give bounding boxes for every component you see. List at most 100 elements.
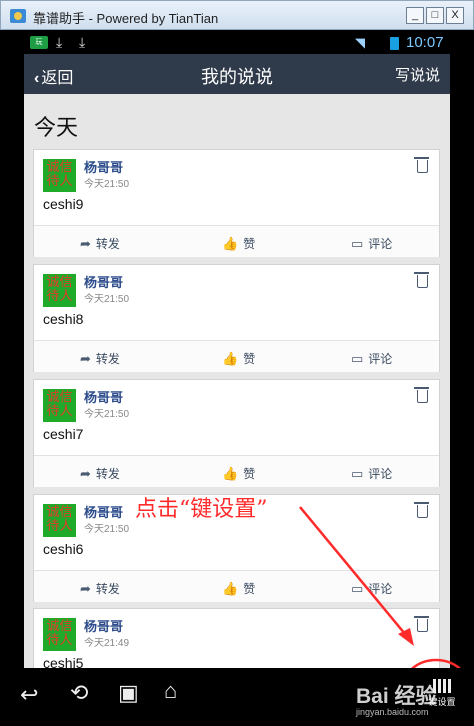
post-text: ceshi6: [43, 541, 84, 557]
back-label: 返回: [41, 70, 74, 87]
baidu-watermark: Bai 经验: [356, 685, 437, 708]
key-settings-button[interactable]: 键设置: [427, 679, 457, 713]
post-time: 今天21:50: [84, 524, 130, 535]
thumb-up-icon: 👍: [222, 351, 239, 366]
forward-button[interactable]: ➦ 转发: [80, 465, 120, 482]
share-icon: ➦: [80, 581, 91, 596]
feed-content[interactable]: 今天 诚信待人 杨哥哥 今天21:50 ceshi9 ➦ 转发 👍 赞 ▭ 评论 诚信…: [24, 94, 450, 668]
comment-button[interactable]: ▭ 评论: [351, 580, 392, 597]
wifi-icon: ◥: [355, 35, 365, 50]
delete-icon[interactable]: [414, 157, 429, 173]
thumb-up-icon: 👍: [222, 466, 239, 481]
post-author[interactable]: 杨哥哥: [84, 272, 123, 291]
post-actions: ➦ 转发 👍 赞 ▭ 评论: [34, 570, 439, 602]
write-post-button[interactable]: 写说说: [395, 64, 440, 85]
comment-icon: ▭: [351, 236, 364, 251]
thumb-up-icon: 👍: [222, 581, 239, 596]
clock: 10:07: [406, 34, 444, 51]
post-author[interactable]: 杨哥哥: [84, 616, 123, 635]
avatar[interactable]: 诚信待人: [43, 274, 76, 307]
status-bar: 玩 ⤓ ⤓ ◥ 10:07: [24, 32, 450, 54]
comment-button[interactable]: ▭ 评论: [351, 235, 392, 252]
like-button[interactable]: 👍 赞: [222, 465, 255, 482]
post-text: ceshi5: [43, 655, 84, 668]
screenshot-icon[interactable]: ▣: [118, 680, 139, 706]
notification-app-icon: 玩: [30, 36, 48, 49]
chevron-left-icon: ‹: [34, 70, 40, 87]
delete-icon[interactable]: [414, 272, 429, 288]
avatar[interactable]: 诚信待人: [43, 159, 76, 192]
like-button[interactable]: 👍 赞: [222, 235, 255, 252]
post-card: 诚信待人 杨哥哥 今天21:49 ceshi5: [33, 608, 440, 668]
post-text: ceshi8: [43, 311, 84, 327]
like-button[interactable]: 👍 赞: [222, 580, 255, 597]
keyboard-icon: [433, 679, 451, 693]
share-icon: ➦: [80, 466, 91, 481]
comment-button[interactable]: ▭ 评论: [351, 350, 392, 367]
like-label: 赞: [243, 582, 256, 596]
window-title-bar: 靠谱助手 - Powered by TianTian _ □ X: [0, 0, 474, 30]
minimize-button[interactable]: _: [406, 7, 424, 24]
app-logo-icon: [10, 9, 26, 23]
post-actions: ➦ 转发 👍 赞 ▭ 评论: [34, 225, 439, 257]
comment-icon: ▭: [351, 351, 364, 366]
page-title: 我的说说: [201, 67, 273, 87]
download-icon: ⤓: [79, 34, 86, 50]
rotate-icon[interactable]: ⟲: [70, 680, 88, 706]
post-card: 诚信待人 杨哥哥 今天21:50 ceshi7 ➦ 转发 👍 赞 ▭ 评论: [33, 379, 440, 487]
forward-button[interactable]: ➦ 转发: [80, 350, 120, 367]
delete-icon[interactable]: [414, 616, 429, 632]
like-label: 赞: [243, 237, 256, 251]
delete-icon[interactable]: [414, 502, 429, 518]
delete-icon[interactable]: [414, 387, 429, 403]
comment-icon: ▭: [351, 466, 364, 481]
comment-label: 评论: [368, 467, 393, 481]
window-title: 靠谱助手 - Powered by TianTian: [33, 11, 219, 26]
post-author[interactable]: 杨哥哥: [84, 502, 123, 521]
avatar[interactable]: 诚信待人: [43, 389, 76, 422]
maximize-button[interactable]: □: [426, 7, 444, 24]
post-actions: ➦ 转发 👍 赞 ▭ 评论: [34, 340, 439, 372]
post-actions: ➦ 转发 👍 赞 ▭ 评论: [34, 455, 439, 487]
comment-button[interactable]: ▭ 评论: [351, 465, 392, 482]
post-card: 诚信待人 杨哥哥 今天21:50 ceshi9 ➦ 转发 👍 赞 ▭ 评论: [33, 149, 440, 257]
post-time: 今天21:50: [84, 409, 130, 420]
like-label: 赞: [243, 467, 256, 481]
back-nav-icon[interactable]: ↩: [20, 682, 38, 708]
annotation-text: 点击“键设置”: [135, 497, 268, 522]
avatar[interactable]: 诚信待人: [43, 618, 76, 651]
close-button[interactable]: X: [446, 7, 464, 24]
share-icon: ➦: [80, 351, 91, 366]
comment-label: 评论: [368, 352, 393, 366]
comment-label: 评论: [368, 582, 393, 596]
battery-icon: [390, 37, 399, 50]
forward-button[interactable]: ➦ 转发: [80, 580, 120, 597]
post-time: 今天21:50: [84, 179, 130, 190]
forward-button[interactable]: ➦ 转发: [80, 235, 120, 252]
forward-label: 转发: [95, 467, 120, 481]
forward-label: 转发: [95, 582, 120, 596]
like-button[interactable]: 👍 赞: [222, 350, 255, 367]
home-icon[interactable]: ⌂: [164, 678, 177, 704]
post-card: 诚信待人 杨哥哥 今天21:50 ceshi8 ➦ 转发 👍 赞 ▭ 评论: [33, 264, 440, 372]
back-button[interactable]: ‹ 返回: [34, 64, 73, 88]
app-header: ‹ 返回 我的说说 写说说: [24, 54, 450, 94]
like-label: 赞: [243, 352, 256, 366]
post-time: 今天21:49: [84, 638, 130, 649]
watermark-url: jingyan.baidu.com: [356, 707, 429, 717]
key-settings-label: 键设置: [428, 697, 456, 707]
avatar[interactable]: 诚信待人: [43, 504, 76, 537]
comment-icon: ▭: [351, 581, 364, 596]
post-author[interactable]: 杨哥哥: [84, 157, 123, 176]
forward-label: 转发: [95, 237, 120, 251]
post-text: ceshi9: [43, 196, 84, 212]
section-title: 今天: [34, 115, 79, 140]
post-text: ceshi7: [43, 426, 84, 442]
forward-label: 转发: [95, 352, 120, 366]
download-icon: ⤓: [56, 34, 63, 50]
post-author[interactable]: 杨哥哥: [84, 387, 123, 406]
comment-label: 评论: [368, 237, 393, 251]
post-time: 今天21:50: [84, 294, 130, 305]
share-icon: ➦: [80, 236, 91, 251]
thumb-up-icon: 👍: [222, 236, 239, 251]
